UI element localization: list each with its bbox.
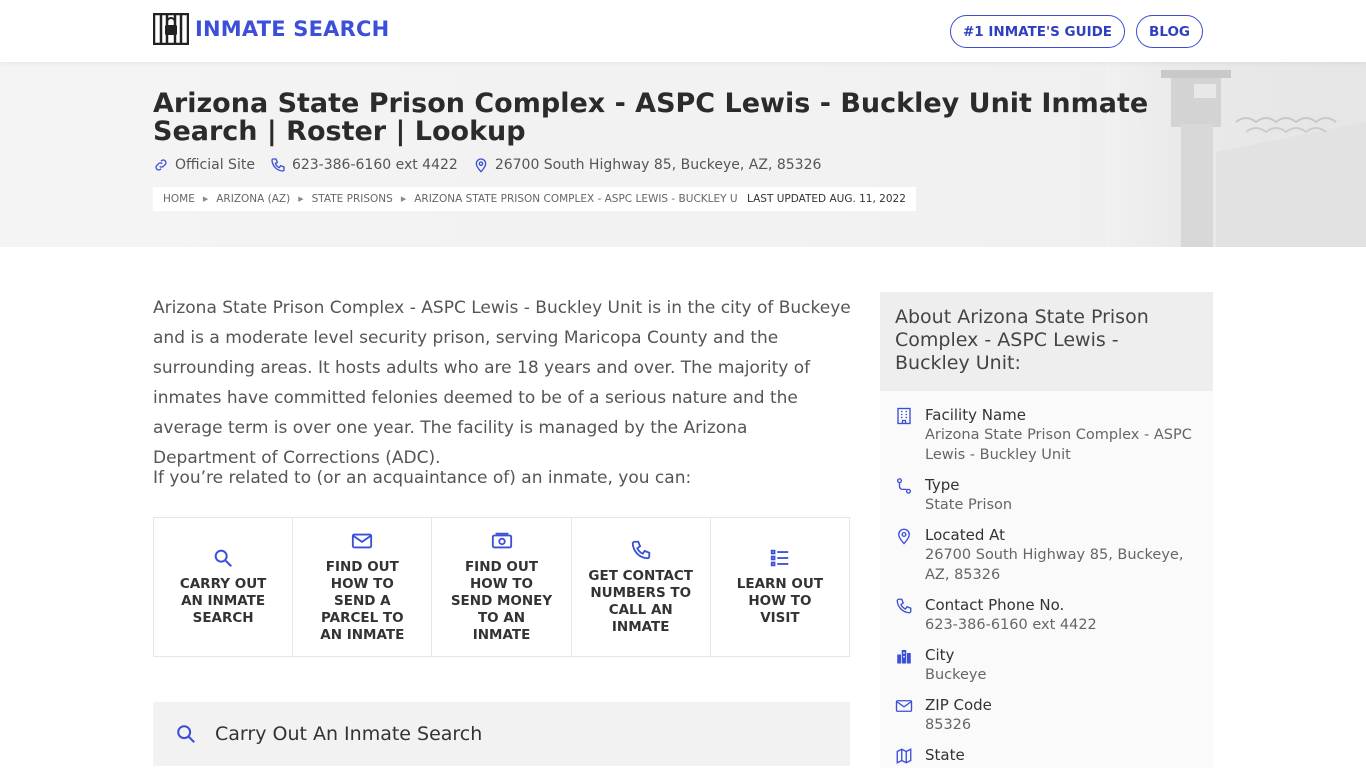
detail-state: State: [895, 745, 1198, 765]
blog-button[interactable]: BLOG: [1136, 15, 1203, 48]
search-icon: [177, 725, 195, 743]
location-pin-icon: [898, 528, 910, 545]
search-section-title: Carry Out An Inmate Search: [215, 723, 483, 745]
detail-key: ZIP Code: [925, 696, 992, 714]
last-updated-badge: LAST UPDATED AUG. 11, 2022: [737, 187, 916, 211]
building-icon: [897, 407, 911, 425]
phone-link[interactable]: 623-386-6160 ext 4422: [270, 157, 458, 173]
detail-phone: Contact Phone No. 623-386-6160 ext 4422: [895, 595, 1198, 635]
action-label: LEARN OUT HOW TO VISIT: [736, 576, 824, 626]
breadcrumb-home[interactable]: HOME: [163, 193, 195, 205]
logo-text: INMATE SEARCH: [195, 17, 390, 41]
phone-number: 623-386-6160 ext 4422: [291, 157, 458, 173]
inmate-search-section[interactable]: Carry Out An Inmate Search: [153, 702, 850, 766]
route-icon: [896, 478, 912, 494]
detail-key: Contact Phone No.: [925, 596, 1065, 614]
mail-icon: [352, 533, 373, 549]
city-icon: [897, 650, 911, 664]
detail-type: Type State Prison: [895, 475, 1198, 515]
site-logo[interactable]: INMATE SEARCH: [153, 13, 389, 45]
main-nav: #1 INMATE'S GUIDE BLOG: [949, 15, 1203, 48]
facility-meta: Official Site 623-386-6160 ext 4422 2670…: [153, 157, 821, 173]
location-pin-icon: [475, 158, 487, 173]
breadcrumb: HOME ▶ ARIZONA (AZ) ▶ STATE PRISONS ▶ AR…: [153, 187, 765, 211]
page-title: Arizona State Prison Complex - ASPC Lewi…: [153, 88, 1149, 147]
mail-icon: [895, 700, 913, 712]
list-icon: [770, 549, 789, 567]
visit-info-action[interactable]: LEARN OUT HOW TO VISIT: [711, 518, 849, 656]
breadcrumb-separator-icon: ▶: [202, 195, 209, 203]
money-icon: [491, 532, 512, 549]
inmate-search-action[interactable]: CARRY OUT AN INMATE SEARCH: [154, 518, 294, 656]
contact-numbers-action[interactable]: GET CONTACT NUMBERS TO CALL AN INMATE: [572, 518, 711, 656]
detail-key: Located At: [925, 526, 1005, 544]
action-grid: CARRY OUT AN INMATE SEARCH FIND OUT HOW …: [153, 517, 850, 657]
send-money-action[interactable]: FIND OUT HOW TO SEND MONEY TO AN INMATE: [432, 518, 572, 656]
detail-key: Facility Name: [925, 406, 1026, 424]
top-navigation-bar: INMATE SEARCH #1 INMATE'S GUIDE BLOG: [0, 0, 1366, 62]
link-icon: [155, 159, 167, 171]
actions-lead-text: If you’re related to (or an acquaintance…: [153, 468, 692, 488]
detail-key: Type: [925, 476, 960, 494]
facility-about-card: About Arizona State Prison Complex - ASP…: [880, 292, 1213, 768]
address-text: 26700 South Highway 85, Buckeye, AZ, 853…: [494, 157, 822, 173]
breadcrumb-separator-icon: ▶: [298, 195, 304, 203]
search-icon: [214, 549, 233, 567]
jail-logo-icon: [153, 13, 189, 45]
detail-value[interactable]: 623-386-6160 ext 4422: [925, 615, 1097, 635]
detail-value: State Prison: [925, 497, 1013, 513]
official-site-label: Official Site: [175, 157, 255, 173]
phone-icon: [896, 598, 912, 614]
breadcrumb-current: ARIZONA STATE PRISON COMPLEX - ASPC LEWI…: [414, 193, 755, 205]
detail-key: City: [925, 646, 955, 664]
breadcrumb-state-prisons[interactable]: STATE PRISONS: [312, 193, 393, 205]
breadcrumb-arizona[interactable]: ARIZONA (AZ): [216, 193, 290, 205]
breadcrumb-separator-icon: ▶: [400, 195, 407, 203]
action-label: GET CONTACT NUMBERS TO CALL AN INMATE: [588, 567, 694, 635]
detail-location: Located At 26700 South Highway 85, Bucke…: [895, 525, 1198, 585]
map-icon: [896, 748, 912, 764]
facility-details-list: Facility Name Arizona State Prison Compl…: [880, 391, 1213, 765]
address-link[interactable]: 26700 South Highway 85, Buckeye, AZ, 853…: [473, 157, 822, 173]
action-label: CARRY OUT AN INMATE SEARCH: [179, 576, 267, 626]
phone-icon: [271, 158, 285, 172]
official-site-link[interactable]: Official Site: [153, 157, 255, 173]
about-card-title: About Arizona State Prison Complex - ASP…: [880, 292, 1213, 391]
phone-icon: [631, 540, 650, 559]
action-label: FIND OUT HOW TO SEND MONEY TO AN INMATE: [450, 559, 553, 643]
detail-key: State: [925, 746, 965, 764]
detail-value: 26700 South Highway 85, Buckeye, AZ, 853…: [925, 547, 1184, 583]
facility-description: Arizona State Prison Complex - ASPC Lewi…: [153, 298, 851, 468]
detail-value: 85326: [925, 717, 972, 733]
action-label: FIND OUT HOW TO SEND A PARCEL TO AN INMA…: [320, 559, 405, 643]
detail-city: City Buckeye: [895, 645, 1198, 685]
detail-value: Arizona State Prison Complex - ASPC Lewi…: [925, 427, 1192, 463]
detail-facility-name: Facility Name Arizona State Prison Compl…: [895, 405, 1198, 465]
detail-zip: ZIP Code 85326: [895, 695, 1198, 735]
inmates-guide-button[interactable]: #1 INMATE'S GUIDE: [949, 15, 1126, 48]
send-parcel-action[interactable]: FIND OUT HOW TO SEND A PARCEL TO AN INMA…: [293, 518, 433, 656]
detail-value: Buckeye: [925, 667, 987, 683]
